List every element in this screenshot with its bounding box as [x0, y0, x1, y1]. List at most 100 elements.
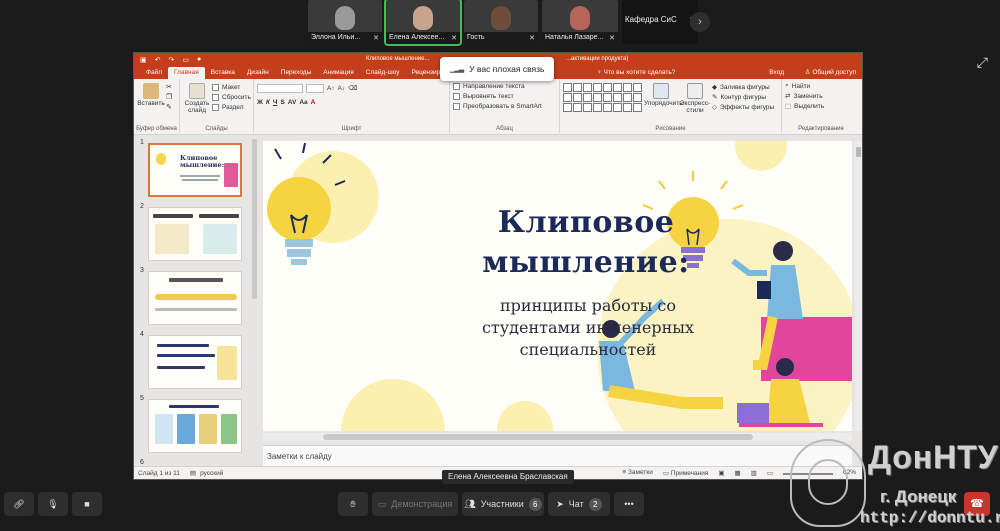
layout-button[interactable]: Макет: [212, 82, 251, 92]
text-direction-button[interactable]: Направление текста: [453, 81, 556, 91]
scroll-thumb[interactable]: [856, 147, 861, 157]
cut-icon[interactable]: ✂: [166, 83, 172, 93]
slide-subtitle[interactable]: принципы работы со студентами инженерных…: [457, 295, 719, 361]
section-button[interactable]: Раздел: [212, 102, 251, 112]
sign-in-link[interactable]: Вход: [769, 67, 784, 79]
shape-fill-button[interactable]: ◆ Заливка фигуры: [712, 82, 774, 92]
participant-tile[interactable]: Наталья Лазаре... ✕: [542, 0, 618, 44]
slide-title[interactable]: Клиповое мышление:: [476, 203, 696, 283]
tab-insert[interactable]: Вставка: [205, 67, 241, 79]
microphone-button[interactable]: 🎙︎: [38, 492, 68, 516]
quick-styles-button[interactable]: Экспресс-стили: [678, 81, 712, 114]
fullscreen-icon[interactable]: ⤢: [977, 54, 988, 71]
start-slideshow-icon[interactable]: ▭: [182, 56, 189, 64]
font-size-select[interactable]: [306, 83, 324, 93]
arrange-button[interactable]: Упорядочить: [644, 81, 683, 107]
thumbnail-text: [199, 214, 239, 218]
current-slide[interactable]: Клиповое мышление: принципы работы со ст…: [263, 141, 852, 431]
participants-button[interactable]: 👥︎ Участники 6: [462, 492, 544, 516]
raise-hand-button[interactable]: ✋︎: [338, 492, 368, 516]
slide-horizontal-scrollbar[interactable]: [263, 433, 852, 441]
underline-icon[interactable]: Ч: [273, 99, 278, 106]
replace-button[interactable]: ⇄ Заменить: [785, 91, 857, 101]
reset-button[interactable]: Сбросить: [212, 92, 251, 102]
shape-outline-button[interactable]: ✎ Контур фигуры: [712, 92, 774, 102]
scroll-thumb[interactable]: [323, 434, 753, 440]
font-shrink-icon[interactable]: A↓: [338, 85, 346, 92]
tab-animation[interactable]: Анимация: [317, 67, 360, 79]
mic-off-icon: ✕: [451, 35, 457, 42]
smartart-button[interactable]: Преобразовать в SmartArt: [453, 101, 556, 111]
thumbnails-scrollbar[interactable]: [252, 139, 257, 299]
tab-slideshow[interactable]: Слайд-шоу: [360, 67, 406, 79]
font-name-select[interactable]: [257, 83, 303, 93]
tab-file[interactable]: Файл: [140, 67, 168, 79]
slide-thumbnail-3[interactable]: [148, 271, 242, 325]
tab-home[interactable]: Главная: [167, 67, 205, 79]
font-color-icon[interactable]: A: [311, 99, 316, 106]
align-text-button[interactable]: Выровнять текст: [453, 91, 556, 101]
group-clipboard: Вставить ✂ ❐ ✎ Буфер обмена: [134, 79, 180, 133]
layout-label: Макет: [222, 83, 241, 91]
slide-thumbnail-2[interactable]: [148, 207, 242, 261]
tab-design[interactable]: Дизайн: [241, 67, 275, 79]
paragraph-group-label: Абзац: [496, 126, 513, 132]
save-icon[interactable]: ▣: [140, 56, 147, 64]
copy-link-button[interactable]: 🔗︎: [4, 492, 34, 516]
watermark-line-2: г. Донецк: [880, 487, 957, 506]
participant-tile-speaking[interactable]: Елена Алексее... ✕: [384, 0, 462, 46]
normal-view-icon[interactable]: ▣: [718, 469, 724, 477]
more-button[interactable]: •••: [614, 492, 644, 516]
camera-button[interactable]: ■: [72, 492, 102, 516]
group-font: A↑ A↓ ⌫ Ж К Ч S AV Aa A Шрифт: [254, 79, 450, 133]
paste-button[interactable]: Вставить: [137, 81, 165, 107]
chat-button[interactable]: ➤ Чат 2: [548, 492, 610, 516]
reset-label: Сбросить: [222, 93, 251, 101]
slide-thumbnail-4[interactable]: [148, 335, 242, 389]
participant-tile-no-video[interactable]: Кафедра СиС ✕: [622, 0, 698, 44]
participant-tile[interactable]: Гость ✕: [464, 0, 538, 44]
slide-thumbnails-pane[interactable]: 1 Клиповое мышление: 2 3 4 5 6: [134, 135, 258, 468]
thumbnail-text: [157, 344, 209, 347]
slide-title-line-2: мышление:: [482, 245, 690, 280]
slide-thumbnail-1[interactable]: Клиповое мышление:: [148, 143, 242, 197]
font-grow-icon[interactable]: A↑: [327, 85, 335, 92]
bulb-icon: [156, 153, 166, 165]
participant-tile[interactable]: Эллона Ильи... ✕: [308, 0, 382, 44]
thumbnail-text: [169, 405, 219, 408]
notes-toggle[interactable]: ≡ Заметки: [622, 469, 652, 477]
slideshow-view-icon[interactable]: ▭: [767, 469, 773, 477]
chevron-right-icon[interactable]: ›: [690, 12, 710, 32]
find-button[interactable]: ⌕ Найти: [785, 81, 857, 91]
notes-pane[interactable]: Заметки к слайду: [263, 445, 852, 467]
align-text-label: Выровнять текст: [463, 92, 514, 100]
watermark-line-1: ДонНТУ: [868, 439, 999, 475]
share-button[interactable]: ♙ Общий доступ: [805, 67, 856, 79]
case-icon[interactable]: Aa: [299, 99, 307, 106]
clear-format-icon[interactable]: ⌫: [348, 84, 357, 92]
bold-icon[interactable]: Ж: [257, 99, 263, 106]
copy-icon[interactable]: ❐: [166, 93, 172, 103]
new-slide-label: Создать слайд: [184, 100, 210, 114]
screen-share-button[interactable]: ▭ Демонстрация: [372, 492, 458, 516]
spacing-icon[interactable]: AV: [288, 99, 297, 106]
tab-transitions[interactable]: Переходы: [275, 67, 318, 79]
smartart-label: Преобразовать в SmartArt: [463, 102, 542, 110]
spellcheck-icon[interactable]: ▤: [190, 469, 196, 477]
undo-icon[interactable]: ↶: [155, 56, 161, 64]
format-painter-icon[interactable]: ✎: [166, 103, 172, 113]
sorter-view-icon[interactable]: ▦: [735, 469, 741, 477]
status-language[interactable]: русский: [200, 470, 223, 477]
tell-me-search[interactable]: ♀ Что вы хотите сделать?: [597, 67, 676, 79]
shape-effects-button[interactable]: ◇ Эффекты фигуры: [712, 102, 774, 112]
slide-vertical-scrollbar[interactable]: [855, 141, 862, 431]
redo-icon[interactable]: ↷: [169, 56, 175, 64]
select-button[interactable]: ⬚ Выделить: [785, 101, 857, 111]
italic-icon[interactable]: К: [266, 99, 270, 106]
new-slide-button[interactable]: Создать слайд: [183, 81, 211, 114]
slide-thumbnail-5[interactable]: [148, 399, 242, 453]
comments-toggle[interactable]: ▭ Примечания: [663, 469, 708, 477]
strikethrough-icon[interactable]: S: [280, 99, 284, 106]
account-icon[interactable]: ●: [197, 56, 201, 64]
reading-view-icon[interactable]: ▥: [751, 469, 757, 477]
